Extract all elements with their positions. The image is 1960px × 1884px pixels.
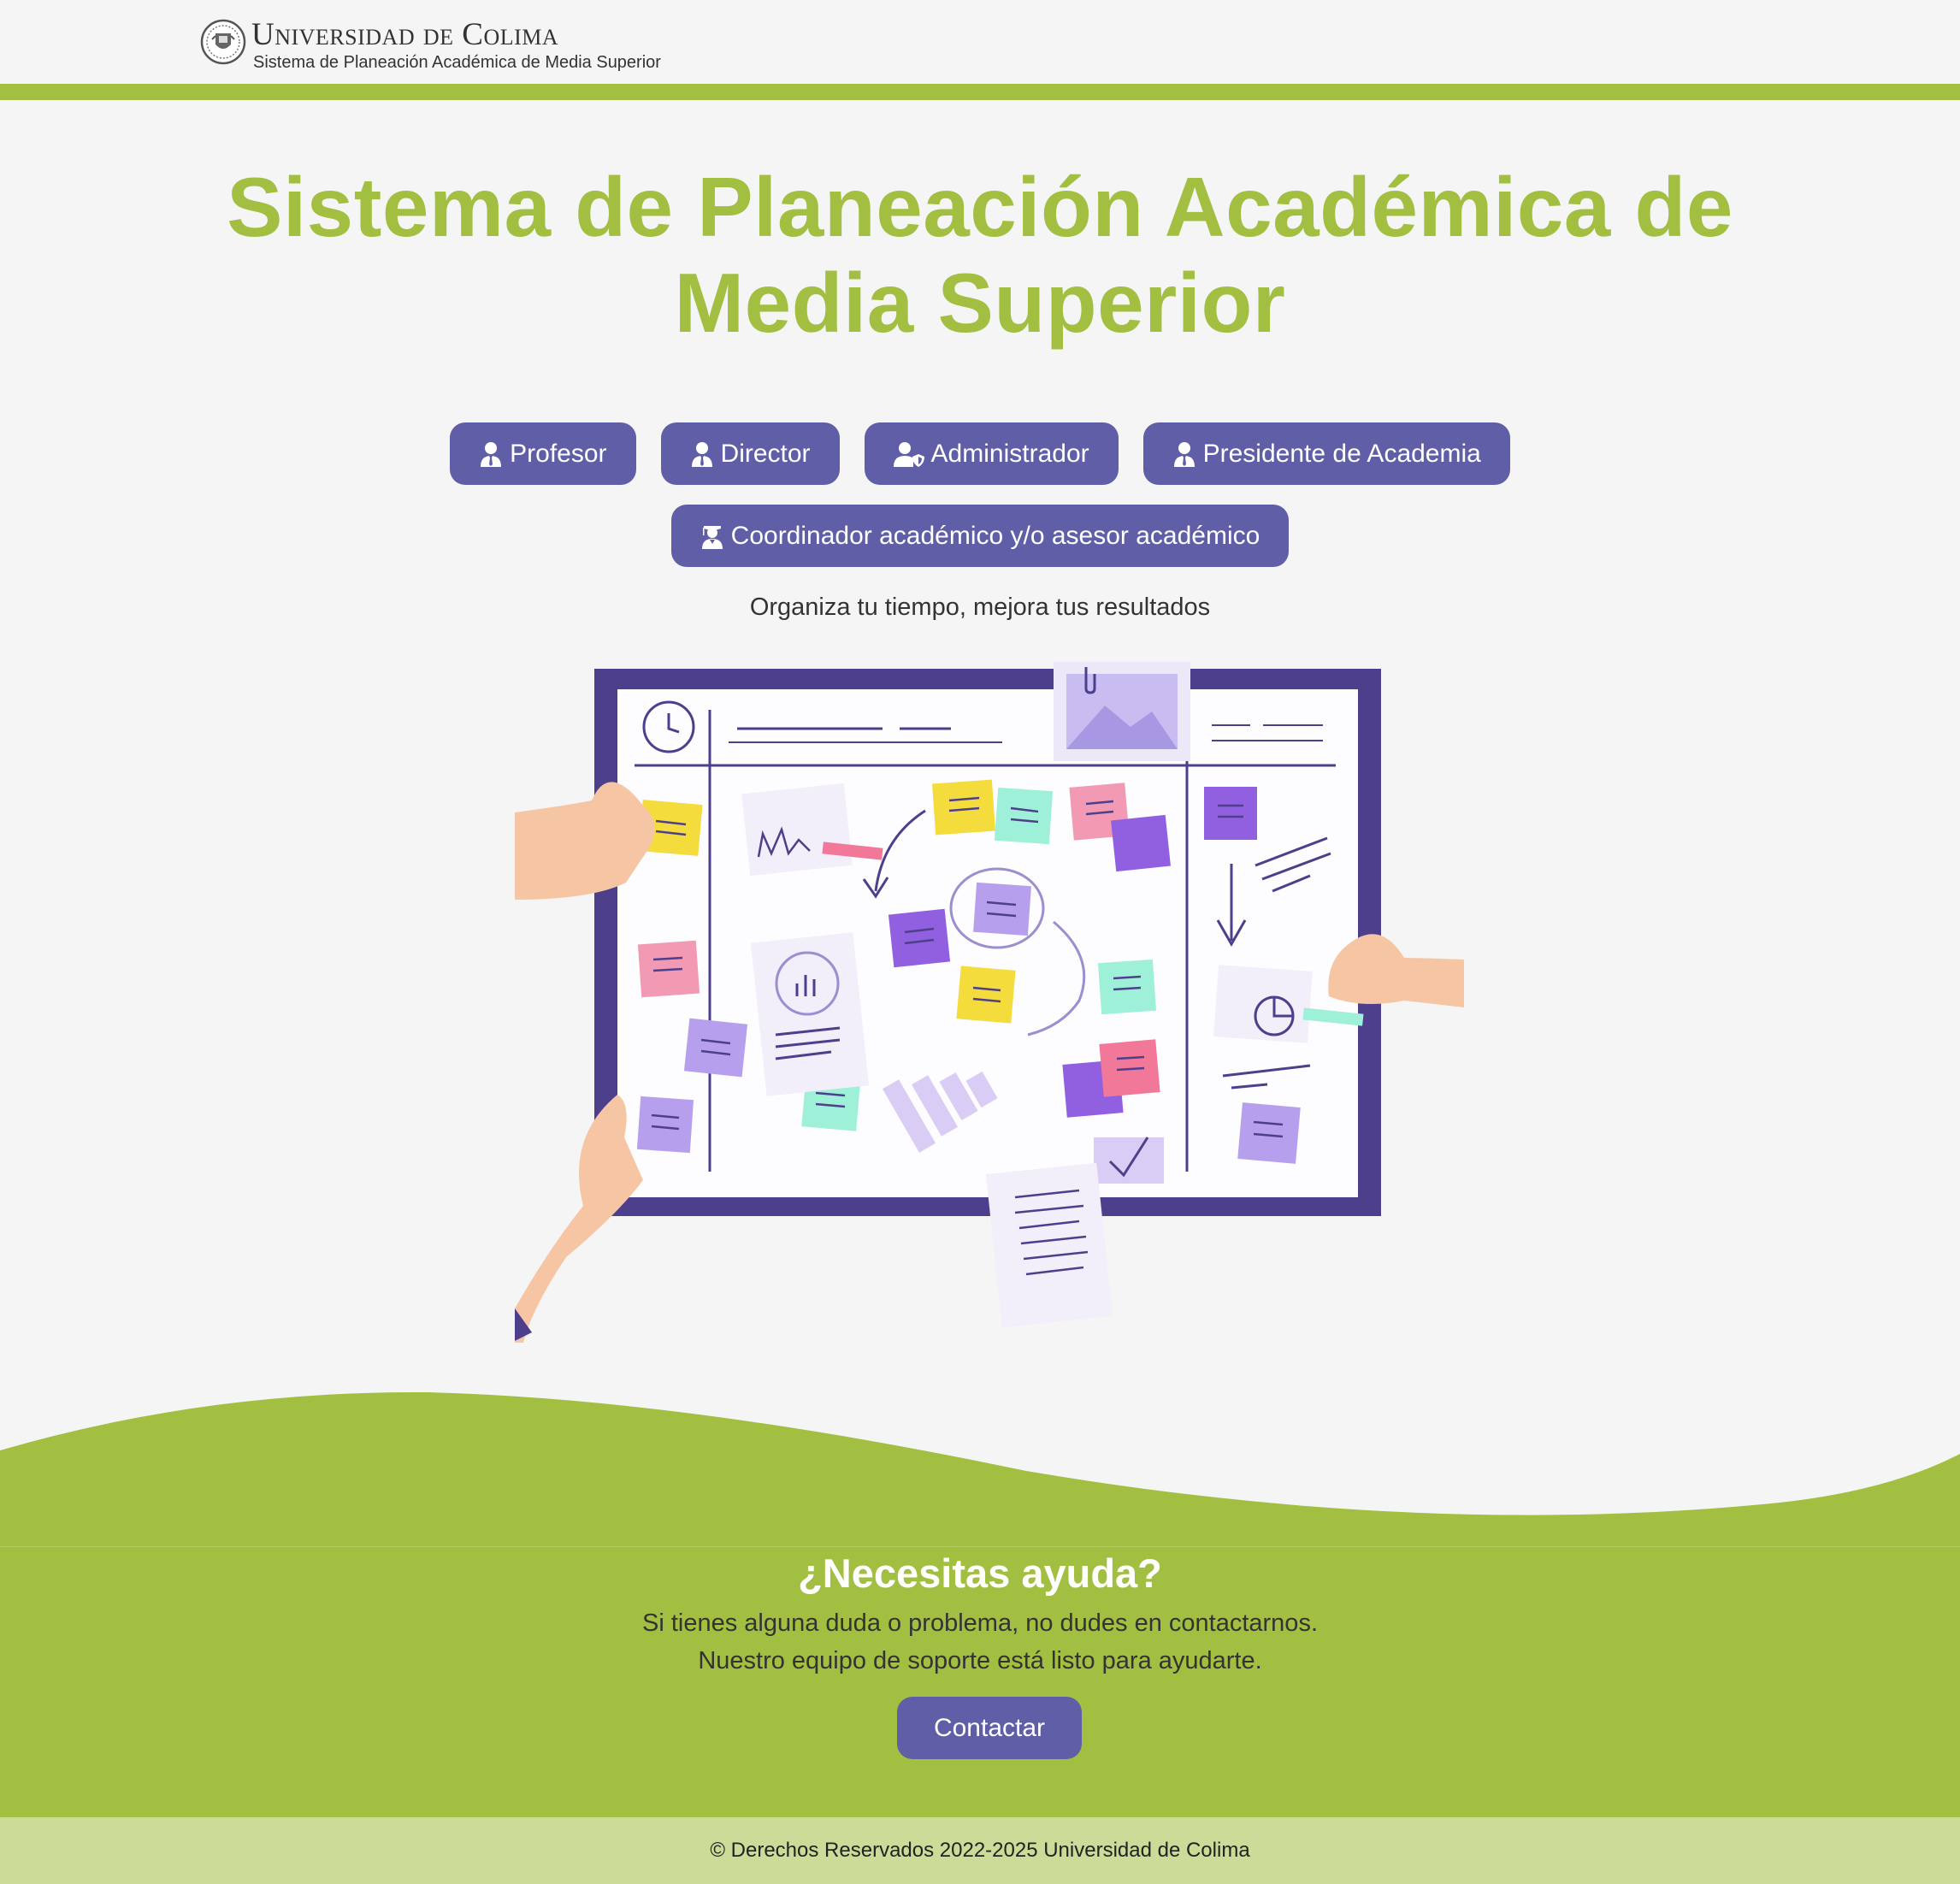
- user-shield-icon: [893, 441, 924, 467]
- footer: © Derechos Reservados 2022-2025 Universi…: [0, 1817, 1960, 1884]
- help-text: Si tienes alguna duda o problema, no dud…: [0, 1604, 1960, 1680]
- brand-name: Universidad de Colima: [251, 17, 559, 52]
- help-title: ¿Necesitas ayuda?: [798, 1550, 1162, 1596]
- profesor-button[interactable]: Profesor: [450, 422, 636, 485]
- university-seal-icon: [200, 19, 246, 65]
- director-button[interactable]: Director: [660, 422, 840, 485]
- help-divider: [0, 1546, 1960, 1547]
- profesor-label: Profesor: [510, 439, 607, 468]
- presidente-academia-button[interactable]: Presidente de Academia: [1142, 422, 1510, 485]
- help-text-line-2: Nuestro equipo de soporte está listo par…: [698, 1647, 1262, 1674]
- contact-button[interactable]: Contactar: [897, 1697, 1082, 1759]
- user-tie-icon: [481, 441, 502, 467]
- administrador-button[interactable]: Administrador: [864, 422, 1119, 485]
- presidente-academia-label: Presidente de Academia: [1202, 439, 1481, 468]
- page-title: Sistema de Planeación Académica de Media…: [0, 159, 1960, 351]
- coordinador-button[interactable]: Coordinador académico y/o asesor académi…: [670, 505, 1290, 567]
- title-line-1: Sistema de Planeación Académica de: [227, 160, 1733, 254]
- brand-subtitle: Sistema de Planeación Académica de Media…: [253, 53, 661, 72]
- administrador-label: Administrador: [930, 439, 1089, 468]
- title-line-2: Media Superior: [674, 256, 1286, 350]
- user-tie-icon: [691, 441, 712, 467]
- director-label: Director: [720, 439, 811, 468]
- role-selector: Profesor Director Administrador Presiden…: [0, 422, 1960, 567]
- role-row-1: Profesor Director Administrador Presiden…: [450, 422, 1510, 485]
- user-graduate-icon: [701, 525, 723, 549]
- planning-board-illustration: [515, 662, 1464, 1343]
- decorative-wave: [0, 1391, 1960, 1548]
- tagline: Organiza tu tiempo, mejora tus resultado…: [749, 594, 1211, 621]
- copyright-text: © Derechos Reservados 2022-2025 Universi…: [710, 1839, 1250, 1862]
- page: Universidad de Colima Sistema de Planeac…: [0, 0, 1960, 1884]
- role-row-2: Coordinador académico y/o asesor académi…: [670, 505, 1290, 567]
- header-accent-bar: [0, 84, 1960, 100]
- help-text-line-1: Si tienes alguna duda o problema, no dud…: [642, 1609, 1318, 1637]
- coordinador-label: Coordinador académico y/o asesor académi…: [730, 521, 1260, 550]
- brand-logo[interactable]: Universidad de Colima Sistema de Planeac…: [200, 17, 661, 72]
- site-header: Universidad de Colima Sistema de Planeac…: [0, 0, 1960, 84]
- user-tie-icon: [1173, 441, 1195, 467]
